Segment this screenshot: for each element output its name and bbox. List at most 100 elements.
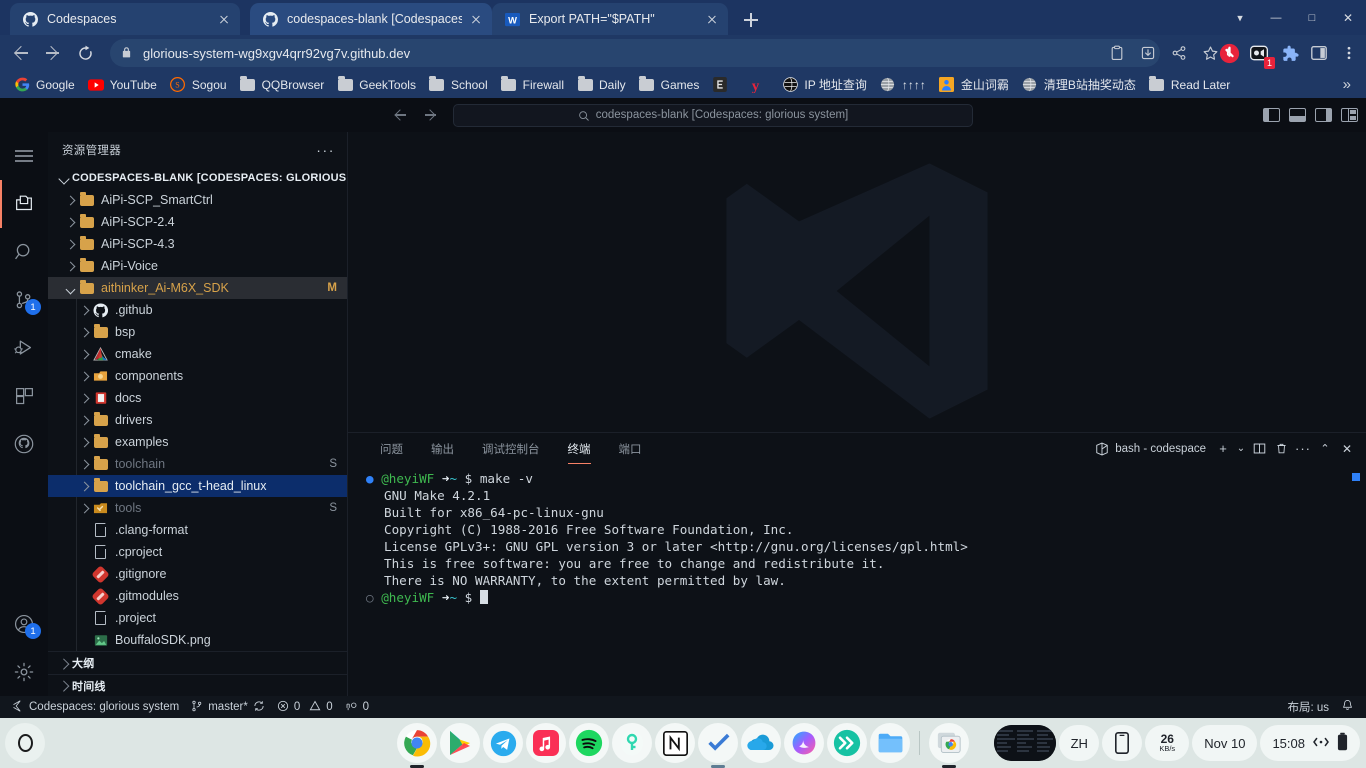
expand-arrow-icon[interactable] bbox=[78, 368, 92, 384]
status-notifications[interactable] bbox=[1335, 696, 1360, 718]
bookmark-daily[interactable]: Daily bbox=[571, 74, 632, 96]
outline-section-header[interactable]: 大纲 bbox=[48, 652, 347, 674]
expand-arrow-icon[interactable] bbox=[78, 434, 92, 450]
tree-row-gitignore[interactable]: .gitignore bbox=[48, 563, 347, 585]
split-terminal-icon[interactable] bbox=[1248, 438, 1270, 460]
sidebar-item-source-control[interactable]: 1 bbox=[0, 276, 48, 324]
expand-arrow-icon[interactable] bbox=[64, 192, 78, 208]
bookmark-geektools[interactable]: GeekTools bbox=[331, 74, 422, 96]
menu-icon[interactable] bbox=[0, 132, 48, 180]
shelf-app-apple-music[interactable] bbox=[526, 723, 566, 763]
shelf-app-wps-fast[interactable] bbox=[827, 723, 867, 763]
more-actions-icon[interactable]: ··· bbox=[1292, 438, 1314, 460]
shelf-app-onedrive[interactable] bbox=[741, 723, 781, 763]
close-panel-icon[interactable]: ✕ bbox=[1336, 438, 1358, 460]
timeline-section-header[interactable]: 时间线 bbox=[48, 674, 347, 696]
status-area[interactable]: 15:08 bbox=[1260, 725, 1360, 761]
close-window-button[interactable]: ✕ bbox=[1330, 0, 1366, 35]
browser-tab-1[interactable]: codespaces-blank [Codespaces bbox=[250, 3, 492, 35]
new-terminal-icon[interactable]: + bbox=[1212, 438, 1234, 460]
sidebar-item-search[interactable] bbox=[0, 228, 48, 276]
accounts-button[interactable]: 1 bbox=[0, 600, 48, 648]
sync-icon[interactable] bbox=[253, 700, 265, 715]
bookmarks-overflow-button[interactable]: » bbox=[1336, 76, 1358, 93]
tree-row-drivers[interactable]: drivers bbox=[48, 409, 347, 431]
sidebar-item-extensions[interactable] bbox=[0, 372, 48, 420]
toggle-primary-sidebar-icon[interactable] bbox=[1263, 108, 1280, 122]
terminal-dropdown-icon[interactable]: ⌄ bbox=[1234, 438, 1248, 460]
tab-close-icon[interactable] bbox=[704, 11, 720, 27]
tree-row-docs[interactable]: docs bbox=[48, 387, 347, 409]
expand-arrow-icon[interactable] bbox=[64, 214, 78, 230]
terminal-output[interactable]: ● @heyiWF ➜~ $ make -v GNU Make 4.2.1 Bu… bbox=[348, 464, 1366, 696]
browser-tab-2[interactable]: W Export PATH="$PATH" bbox=[492, 3, 728, 35]
expand-arrow-icon[interactable] bbox=[78, 302, 92, 318]
collapse-arrow-icon[interactable] bbox=[64, 280, 78, 296]
shelf-app-todoist[interactable] bbox=[698, 723, 738, 763]
tree-row-cmake[interactable]: cmake bbox=[48, 343, 347, 365]
tree-row-examples[interactable]: examples bbox=[48, 431, 347, 453]
browser-tab-0[interactable]: Codespaces bbox=[10, 3, 240, 35]
address-bar[interactable]: glorious-system-wg9xgv4qrr92vg7v.github.… bbox=[110, 39, 1160, 67]
tab-close-icon[interactable] bbox=[216, 11, 232, 27]
tree-row-aithinker-sdk[interactable]: aithinker_Ai-M6X_SDK M bbox=[48, 277, 347, 299]
settings-gear-icon[interactable] bbox=[0, 648, 48, 696]
bookmark-read-later[interactable]: Read Later bbox=[1143, 74, 1236, 96]
shelf-app-play-store[interactable] bbox=[440, 723, 480, 763]
bookmark-qqbrowser[interactable]: QQBrowser bbox=[234, 74, 331, 96]
tree-row-aipi-scp-43[interactable]: AiPi-SCP-4.3 bbox=[48, 233, 347, 255]
workspace-root-header[interactable]: CODESPACES-BLANK [CODESPACES: GLORIOUS..… bbox=[48, 167, 347, 189]
expand-arrow-icon[interactable] bbox=[64, 236, 78, 252]
tab-close-icon[interactable] bbox=[468, 11, 484, 27]
maximize-button[interactable]: □ bbox=[1294, 0, 1330, 35]
forward-button[interactable] bbox=[38, 38, 68, 68]
tab-problems[interactable]: 问题 bbox=[370, 433, 413, 464]
window-preview-thumbnail[interactable] bbox=[994, 725, 1057, 761]
expand-arrow-icon[interactable] bbox=[78, 390, 92, 406]
tree-row-aipi-scp-24[interactable]: AiPi-SCP-2.4 bbox=[48, 211, 347, 233]
adblock-icon[interactable] bbox=[1216, 40, 1242, 66]
shelf-app-chrome-apps[interactable] bbox=[929, 723, 969, 763]
tree-row-toolchain-gcc-t-head-linux[interactable]: toolchain_gcc_t-head_linux bbox=[48, 475, 347, 497]
launcher-button[interactable] bbox=[5, 723, 45, 763]
active-terminal-name[interactable]: bash - codespace bbox=[1095, 442, 1206, 456]
network-speed-indicator[interactable]: 26 KB/s bbox=[1145, 725, 1190, 761]
status-keyboard-layout[interactable]: 布局: us bbox=[1281, 696, 1335, 718]
kill-terminal-icon[interactable] bbox=[1270, 438, 1292, 460]
status-branch[interactable]: master* bbox=[185, 696, 271, 718]
tab-debug-console[interactable]: 调试控制台 bbox=[472, 433, 550, 464]
tree-row-clang-format[interactable]: .clang-format bbox=[48, 519, 347, 541]
ime-indicator[interactable]: ZH bbox=[1059, 725, 1100, 761]
shelf-app-keyguard[interactable] bbox=[612, 723, 652, 763]
bookmark-iciba[interactable]: 金山词霸 bbox=[933, 74, 1015, 96]
tree-row-tools[interactable]: tools S bbox=[48, 497, 347, 519]
tree-row-aipi-scp-smartctrl[interactable]: AiPi-SCP_SmartCtrl bbox=[48, 189, 347, 211]
side-panel-icon[interactable] bbox=[1306, 40, 1332, 66]
sidebar-item-github[interactable] bbox=[0, 420, 48, 468]
chrome-menu-icon[interactable] bbox=[1336, 40, 1362, 66]
expand-arrow-icon[interactable] bbox=[78, 500, 92, 516]
screen-recorder-icon[interactable]: 1 bbox=[1246, 40, 1275, 69]
minimize-button[interactable]: — bbox=[1258, 0, 1294, 35]
tree-row-components[interactable]: components bbox=[48, 365, 347, 387]
toggle-panel-icon[interactable] bbox=[1289, 108, 1306, 122]
shelf-app-notion[interactable] bbox=[655, 723, 695, 763]
tree-row-github[interactable]: .github bbox=[48, 299, 347, 321]
expand-arrow-icon[interactable] bbox=[64, 258, 78, 274]
tab-search-icon[interactable]: ▾ bbox=[1222, 0, 1258, 35]
expand-arrow-icon[interactable] bbox=[78, 346, 92, 362]
bookmark-youtube[interactable]: YouTube bbox=[82, 74, 163, 96]
bookmark-firewall[interactable]: Firewall bbox=[495, 74, 570, 96]
shelf-app-spotify[interactable] bbox=[569, 723, 609, 763]
expand-arrow-icon[interactable] bbox=[78, 324, 92, 340]
bookmark-epic-games[interactable] bbox=[706, 74, 740, 96]
sidebar-item-explorer[interactable] bbox=[0, 180, 48, 228]
install-app-icon[interactable] bbox=[1134, 39, 1162, 67]
status-problems[interactable]: 0 0 bbox=[271, 696, 339, 718]
bookmark-school[interactable]: School bbox=[423, 74, 494, 96]
new-tab-button[interactable] bbox=[738, 7, 764, 33]
command-center[interactable]: codespaces-blank [Codespaces: glorious s… bbox=[453, 103, 973, 127]
shelf-app-copilot[interactable] bbox=[784, 723, 824, 763]
puzzle-icon[interactable] bbox=[1276, 40, 1302, 66]
tree-row-gitmodules[interactable]: .gitmodules bbox=[48, 585, 347, 607]
